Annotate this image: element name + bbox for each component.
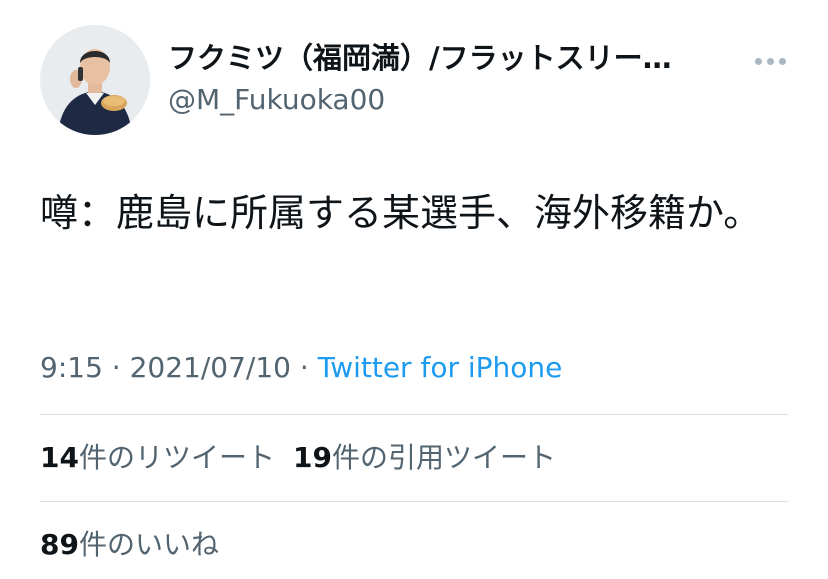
- like-count: 89: [40, 528, 79, 561]
- avatar-photo: [40, 25, 150, 135]
- like-label: 件のいいね: [78, 528, 219, 561]
- avatar[interactable]: [40, 25, 150, 135]
- tweet-time[interactable]: 9:15: [40, 351, 103, 384]
- quote-label: 件の引用ツイート: [331, 441, 556, 474]
- tweet-date[interactable]: 2021/07/10: [130, 351, 291, 384]
- tweet-meta: 9:15 · 2021/07/10 · Twitter for iPhone: [40, 348, 562, 388]
- meta-separator: ·: [299, 351, 318, 384]
- dot: [766, 57, 774, 65]
- author-display-name[interactable]: フクミツ（福岡満）/フラットスリー…: [168, 38, 738, 78]
- dot: [754, 57, 762, 65]
- retweets-stat[interactable]: 14件のリツイート: [40, 438, 275, 478]
- retweet-count: 14: [40, 441, 79, 474]
- engagement-stats: 14件のリツイート 19件の引用ツイート: [40, 438, 556, 478]
- tweet-source[interactable]: Twitter for iPhone: [318, 351, 563, 384]
- quotes-stat[interactable]: 19件の引用ツイート: [293, 438, 556, 478]
- retweet-label: 件のリツイート: [78, 441, 275, 474]
- likes-stat[interactable]: 89件のいいね: [40, 525, 219, 565]
- author-handle[interactable]: @M_Fukuoka00: [168, 80, 385, 120]
- meta-separator: ·: [111, 351, 130, 384]
- more-dots-icon[interactable]: [748, 46, 792, 76]
- divider: [40, 414, 788, 415]
- tweet-text: 噂：鹿島に所属する某選手、海外移籍か。: [40, 191, 762, 235]
- dot: [778, 57, 786, 65]
- quote-count: 19: [292, 441, 332, 474]
- divider: [40, 501, 788, 502]
- likes-stats: 89件のいいね: [40, 525, 219, 565]
